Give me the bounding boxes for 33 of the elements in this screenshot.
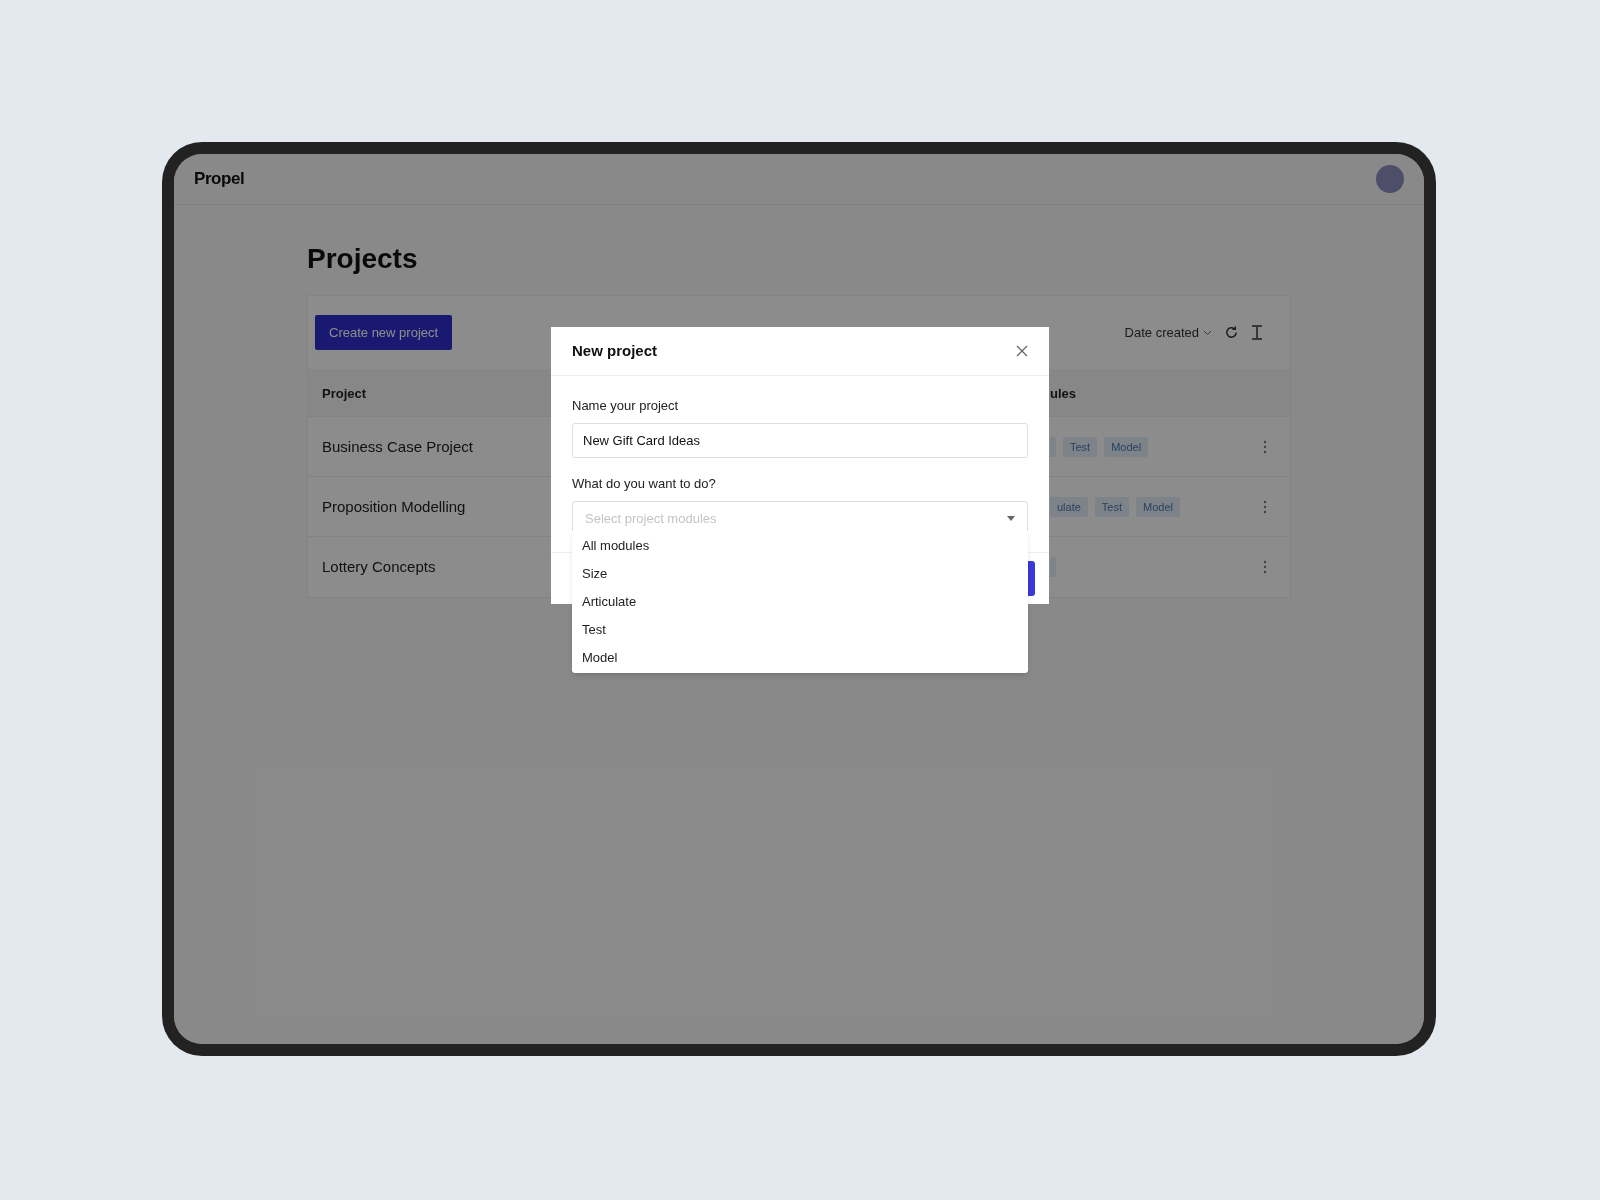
input-field[interactable]: New Gift Card Ideas	[572, 423, 1028, 458]
module-tag	[1050, 436, 1056, 457]
dialog-title: New project	[572, 340, 658, 361]
sort-dropdown[interactable]: Date created	[1124, 322, 1212, 343]
column-header: Project	[322, 385, 367, 401]
create-project-button[interactable]: Create new project	[315, 315, 453, 350]
column-height-icon[interactable]	[1251, 325, 1263, 340]
module-tag: Model	[1104, 436, 1149, 457]
column-header: ules	[1050, 385, 1076, 401]
page-title: Projects	[307, 242, 419, 276]
field-label: Name your project	[572, 397, 680, 415]
chevron-icon	[1203, 329, 1212, 336]
project-name[interactable]: Proposition Modelling	[322, 497, 466, 515]
field-label: What do you want to do?	[572, 475, 717, 493]
caret-icon	[1007, 516, 1015, 521]
dropdown-option[interactable]: Test	[572, 616, 1028, 644]
dropdown-option[interactable]: Articulate	[572, 588, 1028, 616]
module-tag: ulate	[1050, 496, 1088, 517]
project-name[interactable]: Business Case Project	[322, 437, 473, 455]
dropdown-option[interactable]: Model	[572, 644, 1028, 672]
refresh-icon[interactable]	[1224, 325, 1239, 340]
more-icon[interactable]	[1263, 499, 1267, 514]
logo[interactable]: Propel	[194, 166, 245, 192]
close-icon[interactable]	[1016, 345, 1028, 357]
avatar[interactable]	[1376, 165, 1404, 193]
module-tag	[1050, 557, 1056, 577]
dropdown-option[interactable]: Size	[572, 560, 1028, 588]
module-tag: Test	[1063, 436, 1098, 457]
more-icon[interactable]	[1263, 439, 1267, 454]
project-name[interactable]: Lottery Concepts	[322, 558, 436, 575]
module-tag: Model	[1136, 496, 1180, 517]
module-tag: Test	[1094, 496, 1130, 517]
more-icon[interactable]	[1263, 560, 1267, 574]
